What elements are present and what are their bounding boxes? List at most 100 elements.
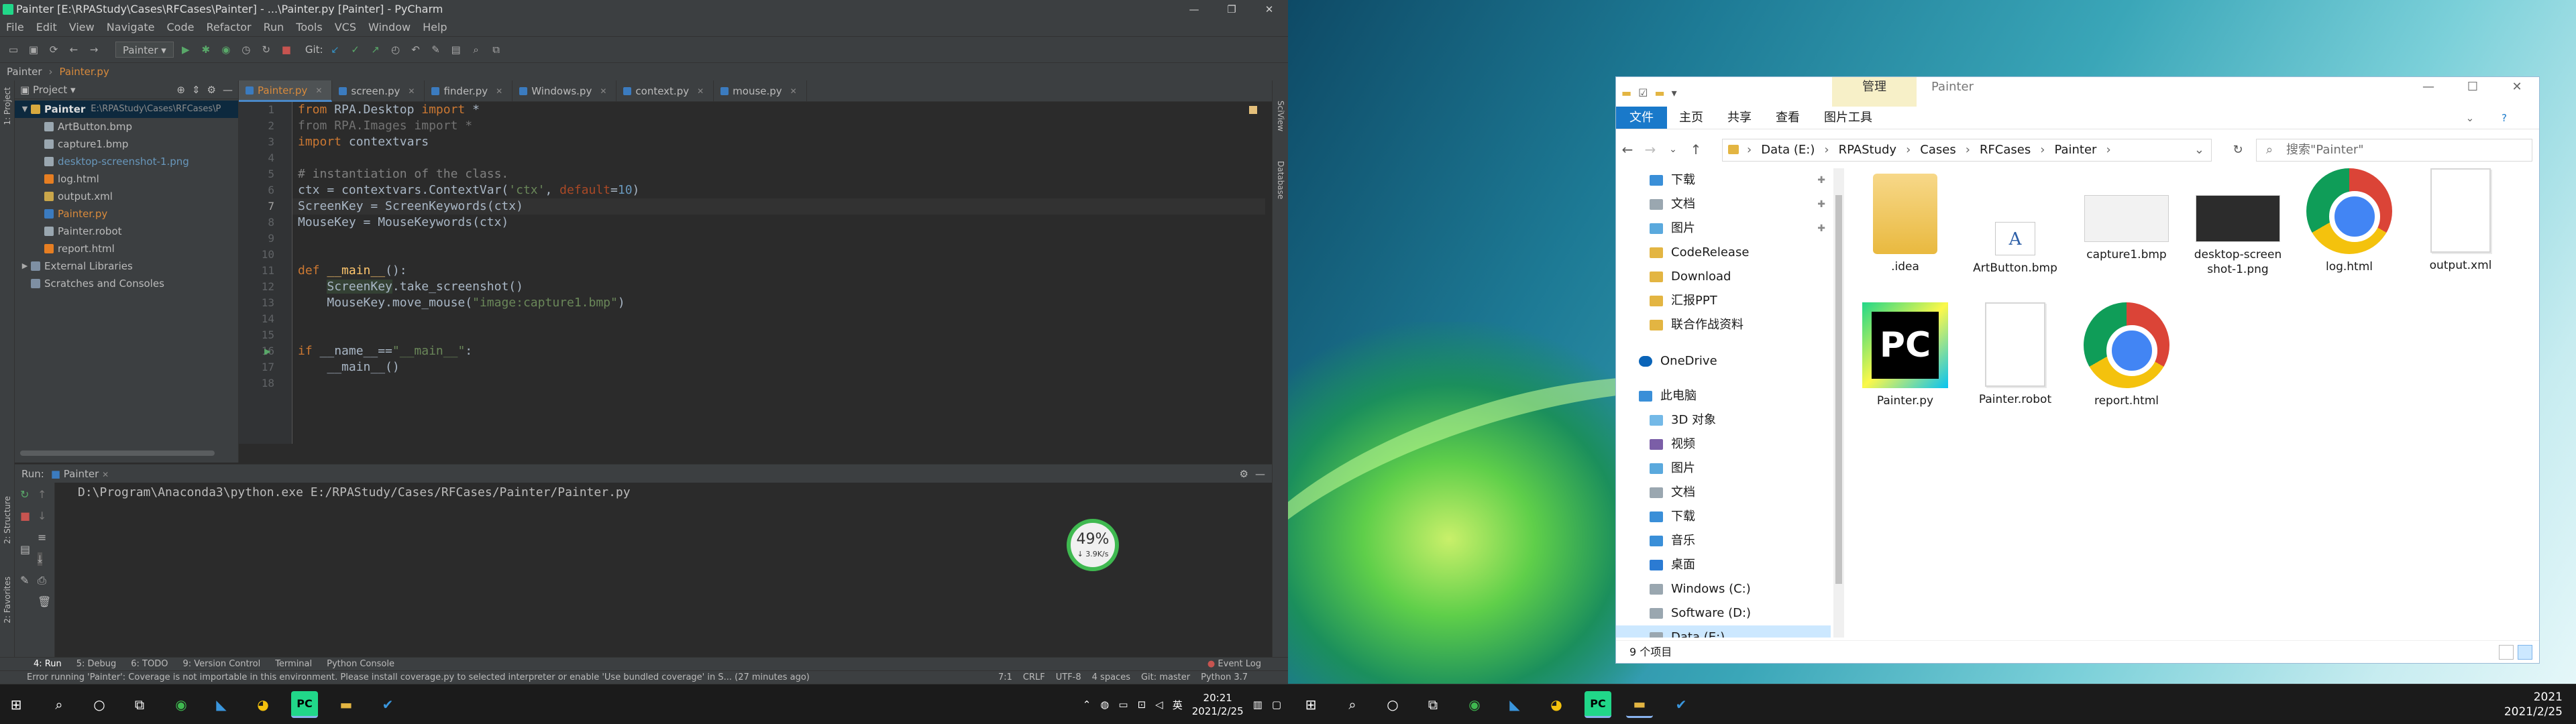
scrollbar-thumb[interactable]: [1835, 195, 1842, 584]
cortana-icon[interactable]: ○: [86, 691, 113, 718]
nav-item[interactable]: 图片 ✚: [1616, 217, 1831, 241]
caret-position[interactable]: 7:1: [998, 671, 1012, 684]
settings-wrench-icon[interactable]: ✎: [428, 42, 444, 58]
minimize-button[interactable]: —: [2406, 77, 2451, 97]
gear-icon[interactable]: ⚙: [207, 80, 216, 99]
hide-icon[interactable]: —: [1255, 465, 1265, 483]
print-icon[interactable]: ⎙: [38, 574, 46, 587]
line-separator[interactable]: CRLF: [1023, 671, 1045, 684]
reload-icon[interactable]: ↻: [258, 42, 274, 58]
tab-screen-py[interactable]: screen.py ✕: [332, 80, 425, 102]
menu-edit[interactable]: Edit: [30, 19, 63, 36]
gear-icon[interactable]: ⚙: [1240, 465, 1248, 483]
windows-start-icon[interactable]: ⊞: [3, 691, 30, 718]
console-output[interactable]: D:\Program\Anaconda3\python.exe E:/RPASt…: [78, 485, 631, 499]
stop-icon[interactable]: ■: [278, 42, 294, 58]
down-icon[interactable]: ↓: [38, 509, 46, 522]
structure-tool-button[interactable]: 2: Structure: [3, 496, 12, 544]
file-item[interactable]: log.html: [2299, 168, 2400, 274]
address-bar[interactable]: › Data (E:) › RPAStudy › Cases › RFCases…: [1722, 139, 2212, 162]
app-green-icon[interactable]: ◉: [168, 691, 195, 718]
close-tab-icon[interactable]: ✕: [496, 80, 502, 102]
nav-item[interactable]: 图片: [1616, 457, 1831, 481]
maximize-button[interactable]: ❐: [1213, 0, 1250, 19]
soft-wrap-icon[interactable]: ≡: [38, 531, 46, 544]
chrome-icon[interactable]: ◕: [1543, 691, 1570, 718]
vscode-icon[interactable]: ◣: [1501, 691, 1528, 718]
clock[interactable]: 20:21 2021/2/25: [1192, 691, 1244, 718]
chevron-down-icon[interactable]: ⌄: [2194, 139, 2204, 161]
tree-item[interactable]: report.html: [15, 240, 238, 257]
minimize-button[interactable]: —: [1175, 0, 1213, 19]
project-structure-icon[interactable]: ▤: [448, 42, 464, 58]
presentation-icon[interactable]: ⧉: [488, 42, 504, 58]
event-log-button[interactable]: ● Event Log: [1208, 658, 1261, 671]
menu-help[interactable]: Help: [417, 19, 453, 36]
file-encoding[interactable]: UTF-8: [1056, 671, 1081, 684]
python-console-tool-button[interactable]: Python Console: [327, 658, 394, 670]
pin-icon[interactable]: ✚: [1817, 217, 1825, 241]
nav-item[interactable]: Software (D:): [1616, 601, 1831, 625]
close-tab-icon[interactable]: ✕: [790, 80, 797, 102]
git-commit-icon[interactable]: ✓: [347, 42, 364, 58]
expand-ribbon-icon[interactable]: ⌄: [2454, 112, 2487, 124]
vcs-tool-button[interactable]: 9: Version Control: [182, 658, 260, 670]
save-icon[interactable]: ▣: [25, 42, 42, 58]
breadcrumb-project[interactable]: Painter: [7, 63, 42, 80]
layout-icon[interactable]: ▤: [20, 543, 30, 556]
pycharm-icon[interactable]: PC: [291, 691, 318, 718]
file-explorer-icon[interactable]: ▬: [333, 691, 360, 718]
menu-tools[interactable]: Tools: [290, 19, 328, 36]
debug-tool-button[interactable]: 5: Debug: [76, 658, 117, 670]
search-everywhere-icon[interactable]: ⌕: [468, 42, 484, 58]
file-item[interactable]: report.html: [2076, 302, 2177, 408]
tree-external-libraries[interactable]: ▶ External Libraries: [15, 257, 238, 275]
windows-start-icon[interactable]: ⊞: [1297, 691, 1324, 718]
pin-icon[interactable]: ✚: [1817, 168, 1825, 192]
open-folder-icon[interactable]: ▭: [5, 42, 21, 58]
network-speed-widget[interactable]: 49% ↓ 3.9K/s: [1067, 519, 1119, 571]
customize-icon[interactable]: ▾: [1672, 86, 1677, 99]
new-folder-icon[interactable]: ▬: [1654, 86, 1664, 99]
task-view-icon[interactable]: ⧉: [126, 691, 153, 718]
tab-file[interactable]: 文件: [1616, 107, 1667, 129]
close-tab-icon[interactable]: ✕: [315, 80, 322, 101]
nav-item[interactable]: 音乐: [1616, 529, 1831, 553]
ime-indicator[interactable]: 英: [1173, 698, 1183, 712]
cortana-icon[interactable]: ○: [1379, 691, 1406, 718]
git-update-icon[interactable]: ↙: [327, 42, 343, 58]
close-tab-icon[interactable]: ✕: [600, 80, 606, 102]
help-icon[interactable]: ?: [2489, 112, 2519, 124]
nav-item[interactable]: 桌面: [1616, 553, 1831, 577]
menu-view[interactable]: View: [63, 19, 101, 36]
project-view-select[interactable]: ▣ Project ▾: [20, 80, 76, 99]
menu-run[interactable]: Run: [258, 19, 290, 36]
tab-finder-py[interactable]: finder.py ✕: [425, 80, 513, 102]
hide-icon[interactable]: —: [223, 80, 233, 99]
stop-icon[interactable]: ■: [20, 509, 30, 522]
status-message[interactable]: Error running 'Painter': Coverage is not…: [27, 672, 810, 682]
network-icon[interactable]: ⊡: [1138, 699, 1146, 711]
tab-picture-tools[interactable]: 图片工具: [1812, 107, 1884, 129]
notification-icon[interactable]: ▢: [1272, 699, 1281, 711]
refresh-icon[interactable]: ↻: [2226, 139, 2249, 162]
run-tab[interactable]: ■ Painter ✕: [51, 465, 109, 483]
sciview-tool-button[interactable]: SciView: [1276, 101, 1285, 131]
file-item[interactable]: desktop-screen shot-1.png: [2188, 168, 2288, 277]
up-icon[interactable]: ↑: [1684, 141, 1707, 158]
nav-item[interactable]: 联合作战资料: [1616, 313, 1831, 337]
horizontal-scrollbar[interactable]: [20, 450, 215, 456]
menu-code[interactable]: Code: [161, 19, 201, 36]
tab-windows-py[interactable]: Windows.py ✕: [513, 80, 617, 102]
pin-icon[interactable]: ✎: [20, 574, 29, 587]
back-icon[interactable]: ←: [1616, 141, 1639, 158]
nav-item[interactable]: 3D 对象: [1616, 408, 1831, 432]
nav-item[interactable]: 汇报PPT: [1616, 289, 1831, 313]
tab-context-py[interactable]: context.py ✕: [616, 80, 714, 102]
run-icon[interactable]: ▶: [178, 42, 194, 58]
tab-mouse-py[interactable]: mouse.py ✕: [714, 80, 807, 102]
terminal-tool-button[interactable]: Terminal: [275, 658, 312, 670]
database-tool-button[interactable]: Database: [1276, 161, 1285, 199]
recent-icon[interactable]: ⌄: [1662, 144, 1684, 155]
file-item[interactable]: PC Painter.py: [1855, 302, 1955, 408]
